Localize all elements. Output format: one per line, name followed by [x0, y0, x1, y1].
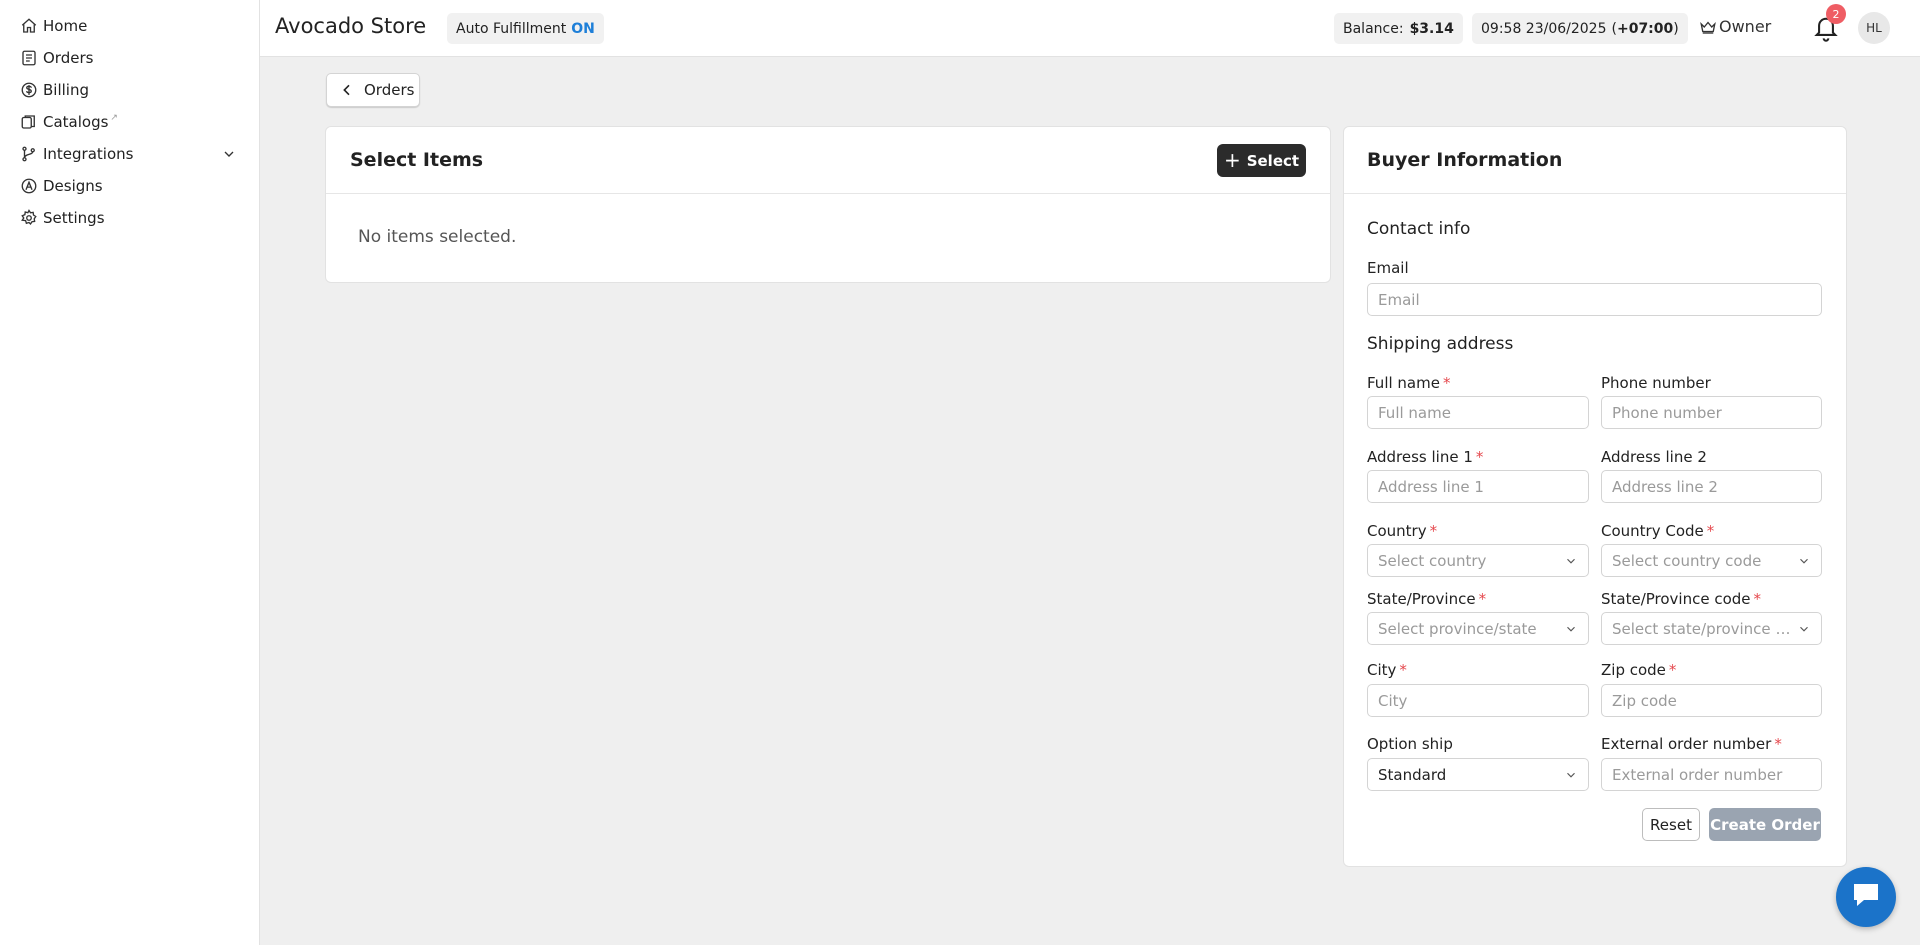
option-ship-select[interactable]: Standard — [1367, 758, 1589, 791]
address-line-2-label: Address line 2 — [1601, 448, 1707, 466]
external-order-number-field[interactable] — [1601, 758, 1822, 791]
role-indicator: Owner — [1699, 17, 1771, 36]
sidebar-item-catalogs[interactable]: Catalogs ↗ — [0, 106, 259, 138]
state-select[interactable]: Select province/state — [1367, 612, 1589, 645]
buyer-information-card: Buyer Information Contact info Email Shi… — [1343, 126, 1847, 867]
zip-code-field[interactable] — [1601, 684, 1822, 717]
country-code-label: Country Code * — [1601, 522, 1715, 540]
catalog-icon — [19, 112, 39, 132]
orders-icon — [19, 48, 39, 68]
sidebar-item-label: Billing — [43, 81, 89, 99]
shipping-address-title: Shipping address — [1367, 334, 1514, 354]
auto-fulfillment-state: ON — [571, 20, 595, 37]
option-ship-value: Standard — [1378, 765, 1447, 784]
sidebar-item-label: Catalogs — [43, 113, 109, 131]
email-field[interactable] — [1367, 283, 1822, 316]
sidebar-item-label: Orders — [43, 49, 94, 67]
option-ship-label: Option ship — [1367, 735, 1453, 753]
reset-button[interactable]: Reset — [1642, 808, 1700, 841]
avatar[interactable]: HL — [1858, 12, 1890, 44]
address-line-1-label: Address line 1 * — [1367, 448, 1484, 466]
select-items-title: Select Items — [350, 149, 484, 171]
country-select[interactable]: Select country — [1367, 544, 1589, 577]
back-to-orders-button[interactable]: Orders — [326, 73, 420, 107]
notification-badge: 2 — [1826, 4, 1846, 24]
full-name-field[interactable] — [1367, 396, 1589, 429]
sidebar-item-label: Home — [43, 17, 88, 35]
designs-icon — [19, 176, 39, 196]
address-line-1-field[interactable] — [1367, 470, 1589, 503]
sidebar-item-label: Integrations — [43, 145, 134, 163]
buyer-information-title: Buyer Information — [1367, 149, 1563, 171]
select-button-label: Select — [1246, 151, 1300, 170]
branch-icon — [19, 144, 39, 164]
state-code-label: State/Province code * — [1601, 590, 1762, 608]
timezone-value: +07:00 — [1616, 20, 1674, 37]
balance-value: $3.14 — [1409, 20, 1454, 37]
chevron-left-icon — [339, 82, 355, 98]
phone-field[interactable] — [1601, 396, 1822, 429]
external-link-icon: ↗ — [110, 113, 118, 123]
auto-fulfillment-label: Auto Fulfillment — [456, 20, 567, 37]
chevron-down-icon — [1564, 622, 1578, 636]
chevron-down-icon[interactable] — [221, 146, 237, 162]
state-label: State/Province * — [1367, 590, 1487, 608]
country-code-select[interactable]: Select country code — [1601, 544, 1822, 577]
home-icon — [19, 16, 39, 36]
external-order-number-label: External order number * — [1601, 735, 1782, 753]
plus-icon: + — [1223, 147, 1241, 172]
state-code-select-value: Select state/province c... — [1612, 619, 1792, 638]
balance-label: Balance: — [1343, 20, 1404, 37]
state-select-value: Select province/state — [1378, 619, 1537, 638]
country-label: Country * — [1367, 522, 1438, 540]
dollar-icon — [19, 80, 39, 100]
full-name-label: Full name * — [1367, 374, 1451, 392]
sidebar-item-label: Settings — [43, 209, 105, 227]
city-label: City * — [1367, 661, 1407, 679]
country-code-select-value: Select country code — [1612, 551, 1762, 570]
city-field[interactable] — [1367, 684, 1589, 717]
state-code-select[interactable]: Select state/province c... — [1601, 612, 1822, 645]
store-title: Avocado Store — [275, 14, 427, 38]
zip-code-label: Zip code * — [1601, 661, 1677, 679]
address-line-2-field[interactable] — [1601, 470, 1822, 503]
top-header: Avocado Store Auto Fulfillment ON Balanc… — [260, 0, 1920, 57]
sidebar-item-label: Designs — [43, 177, 103, 195]
role-label: Owner — [1719, 17, 1772, 36]
chat-bubble-icon — [1850, 880, 1882, 914]
buyer-information-header: Buyer Information — [1344, 127, 1846, 194]
chat-support-button[interactable] — [1836, 867, 1896, 927]
select-items-card: Select Items + Select No items selected. — [325, 126, 1331, 283]
contact-info-title: Contact info — [1367, 219, 1471, 239]
sidebar-item-home[interactable]: Home — [0, 10, 259, 42]
sidebar-item-orders[interactable]: Orders — [0, 42, 259, 74]
sidebar-item-designs[interactable]: Designs — [0, 170, 259, 202]
chevron-down-icon — [1797, 554, 1811, 568]
phone-label: Phone number — [1601, 374, 1711, 392]
sidebar-item-integrations[interactable]: Integrations — [0, 138, 259, 170]
country-select-value: Select country — [1378, 551, 1487, 570]
chevron-down-icon — [1797, 622, 1811, 636]
empty-items-message: No items selected. — [358, 227, 517, 247]
datetime-display: 09:58 23/06/2025 (+07:00) — [1472, 13, 1688, 44]
email-label: Email — [1367, 259, 1409, 277]
select-items-button[interactable]: + Select — [1217, 144, 1306, 177]
create-order-button[interactable]: Create Order — [1709, 808, 1821, 841]
sidebar: Home Orders Billing Catalogs ↗ Integrati… — [0, 0, 260, 945]
chevron-down-icon — [1564, 554, 1578, 568]
sidebar-item-settings[interactable]: Settings — [0, 202, 259, 234]
chevron-down-icon — [1564, 768, 1578, 782]
crown-icon — [1699, 18, 1717, 36]
auto-fulfillment-status[interactable]: Auto Fulfillment ON — [447, 13, 604, 44]
datetime-value: 09:58 23/06/2025 — [1481, 20, 1607, 37]
select-items-header: Select Items + Select — [326, 127, 1330, 194]
balance-display: Balance: $3.14 — [1334, 13, 1463, 44]
gear-icon — [19, 208, 39, 228]
sidebar-item-billing[interactable]: Billing — [0, 74, 259, 106]
back-button-label: Orders — [364, 81, 415, 99]
